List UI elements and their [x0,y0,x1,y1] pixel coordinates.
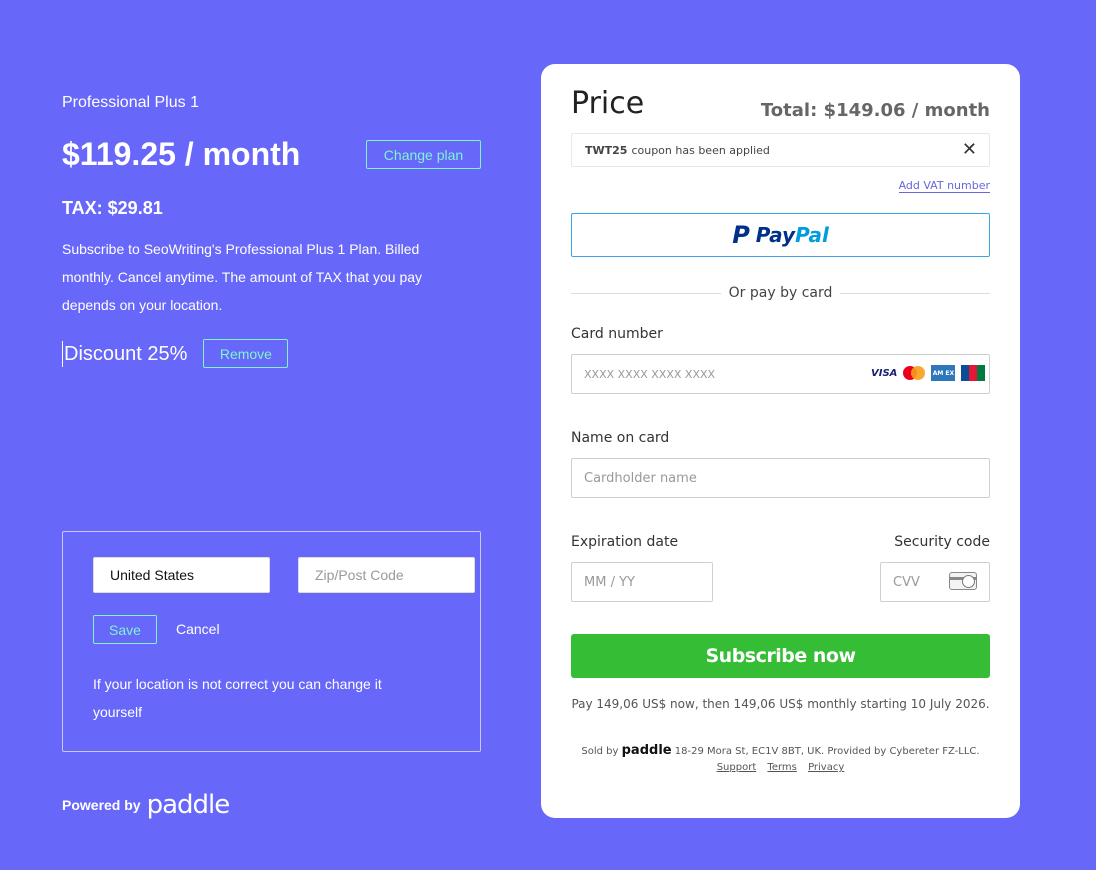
powered-by-text: Powered by [62,797,141,813]
sold-by-text: Sold by [581,746,619,757]
remove-discount-button[interactable]: Remove [203,339,289,368]
tax-amount: TAX: $29.81 [62,198,163,218]
save-location-button[interactable]: Save [93,615,157,644]
coupon-text: coupon has been applied [631,143,770,157]
paypal-wordmark: PayPal [756,223,829,247]
expiration-input[interactable] [571,562,713,602]
zip-input[interactable] [298,557,475,593]
plan-description: Subscribe to SeoWriting's Professional P… [62,241,423,313]
checkout-total: Total: $149.06 / month [760,100,990,121]
paypal-pay: Pay [755,223,796,247]
checkout-title: Price [571,86,645,121]
subscribe-button[interactable]: Subscribe now [571,634,990,678]
discount-label: Discount 25% [62,340,188,367]
coupon-code: TWT25 [585,143,628,157]
card-number-label: Card number [571,326,663,342]
paypal-pal: Pal [795,223,829,247]
expiration-label: Expiration date [571,534,679,550]
support-link[interactable]: Support [717,762,757,773]
mastercard-icon [903,366,926,380]
payment-note: Pay 149,06 US$ now, then 149,06 US$ mont… [571,697,990,711]
card-brands: VISA AM EX [871,365,986,381]
paddle-logo: paddle [146,790,231,820]
security-code-label: Security code [894,534,990,550]
coupon-banner: TWT25 coupon has been applied ✕ [571,133,990,167]
or-text: Or pay by card [728,285,833,301]
plan-price: $119.25 / month [62,136,301,172]
name-on-card-label: Name on card [571,430,670,446]
paypal-icon: P [732,221,750,249]
visa-icon: VISA [871,367,898,379]
terms-link[interactable]: Terms [767,762,796,773]
plan-name: Professional Plus 1 [62,94,199,111]
cvv-card-icon [949,572,977,590]
add-vat-link[interactable]: Add VAT number [898,179,990,193]
jcb-icon [961,365,986,381]
or-divider: Or pay by card [571,283,991,303]
sold-address: 18-29 Mora St, EC1V 8BT, UK. Provided by… [674,746,980,757]
sold-by: Sold by paddle 18-29 Mora St, EC1V 8BT, … [541,743,1020,758]
privacy-link[interactable]: Privacy [808,762,844,773]
cardholder-name-input[interactable] [571,458,990,498]
paddle-logo-small: paddle [621,743,672,758]
location-box: Save Cancel If your location is not corr… [62,531,481,752]
footer-links: Support Terms Privacy [541,762,1020,773]
powered-by: Powered by paddle [62,790,231,820]
amex-icon: AM EX [931,365,956,381]
change-plan-button[interactable]: Change plan [366,140,481,169]
cancel-location-button[interactable]: Cancel [176,621,220,637]
location-note: If your location is not correct you can … [93,676,382,720]
paypal-button[interactable]: P PayPal [571,213,990,257]
country-input[interactable] [93,557,270,593]
checkout-card: Price Total: $149.06 / month TWT25 coupo… [541,64,1020,818]
discount-row: Discount 25% Remove [62,339,289,368]
close-icon[interactable]: ✕ [962,140,977,160]
